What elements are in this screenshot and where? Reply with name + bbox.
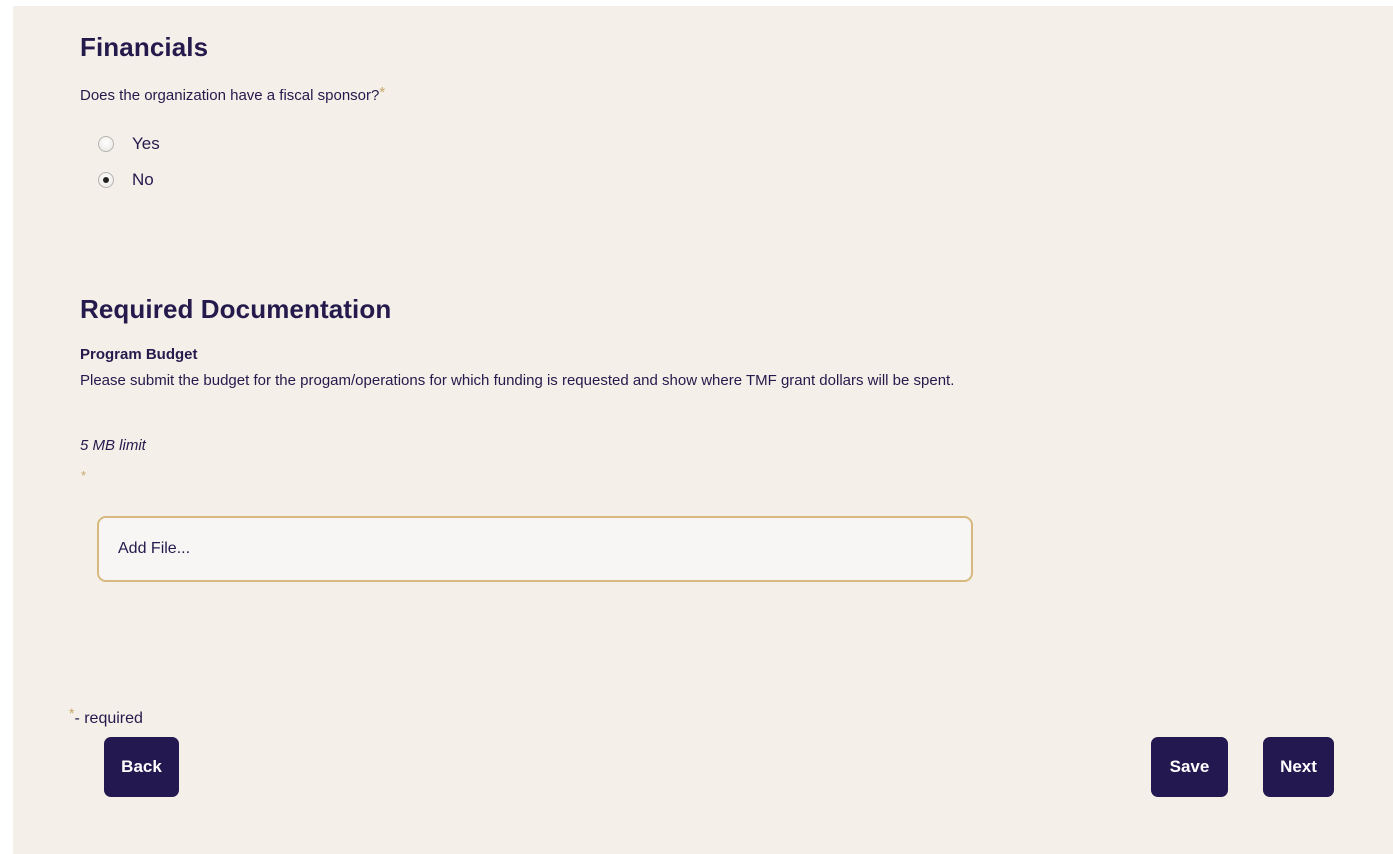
- radio-yes-label: Yes: [132, 134, 160, 153]
- add-file-button[interactable]: Add File...: [97, 516, 973, 582]
- save-button[interactable]: Save: [1151, 737, 1228, 797]
- form-panel: Financials Does the organization have a …: [13, 6, 1393, 854]
- program-budget-label: Program Budget: [80, 346, 198, 363]
- radio-no-button[interactable]: [98, 172, 114, 188]
- file-size-limit: 5 MB limit: [80, 437, 146, 454]
- required-legend: *- required: [69, 705, 143, 728]
- radio-option-no[interactable]: No: [98, 170, 154, 190]
- next-button[interactable]: Next: [1263, 737, 1334, 797]
- program-budget-required-asterisk: *: [81, 468, 87, 483]
- program-budget-description: Please submit the budget for the progam/…: [80, 372, 955, 389]
- legend-asterisk: *: [69, 705, 75, 721]
- fiscal-sponsor-question: Does the organization have a fiscal spon…: [80, 84, 386, 104]
- required-asterisk: *: [379, 84, 386, 101]
- legend-text: - required: [74, 710, 143, 727]
- required-documentation-heading: Required Documentation: [80, 294, 392, 324]
- fiscal-sponsor-question-text: Does the organization have a fiscal spon…: [80, 87, 380, 104]
- radio-option-yes[interactable]: Yes: [98, 134, 160, 154]
- financials-heading: Financials: [80, 32, 209, 62]
- radio-no-label: No: [132, 170, 154, 189]
- back-button[interactable]: Back: [104, 737, 179, 797]
- radio-yes-button[interactable]: [98, 136, 114, 152]
- add-file-label: Add File...: [118, 540, 191, 557]
